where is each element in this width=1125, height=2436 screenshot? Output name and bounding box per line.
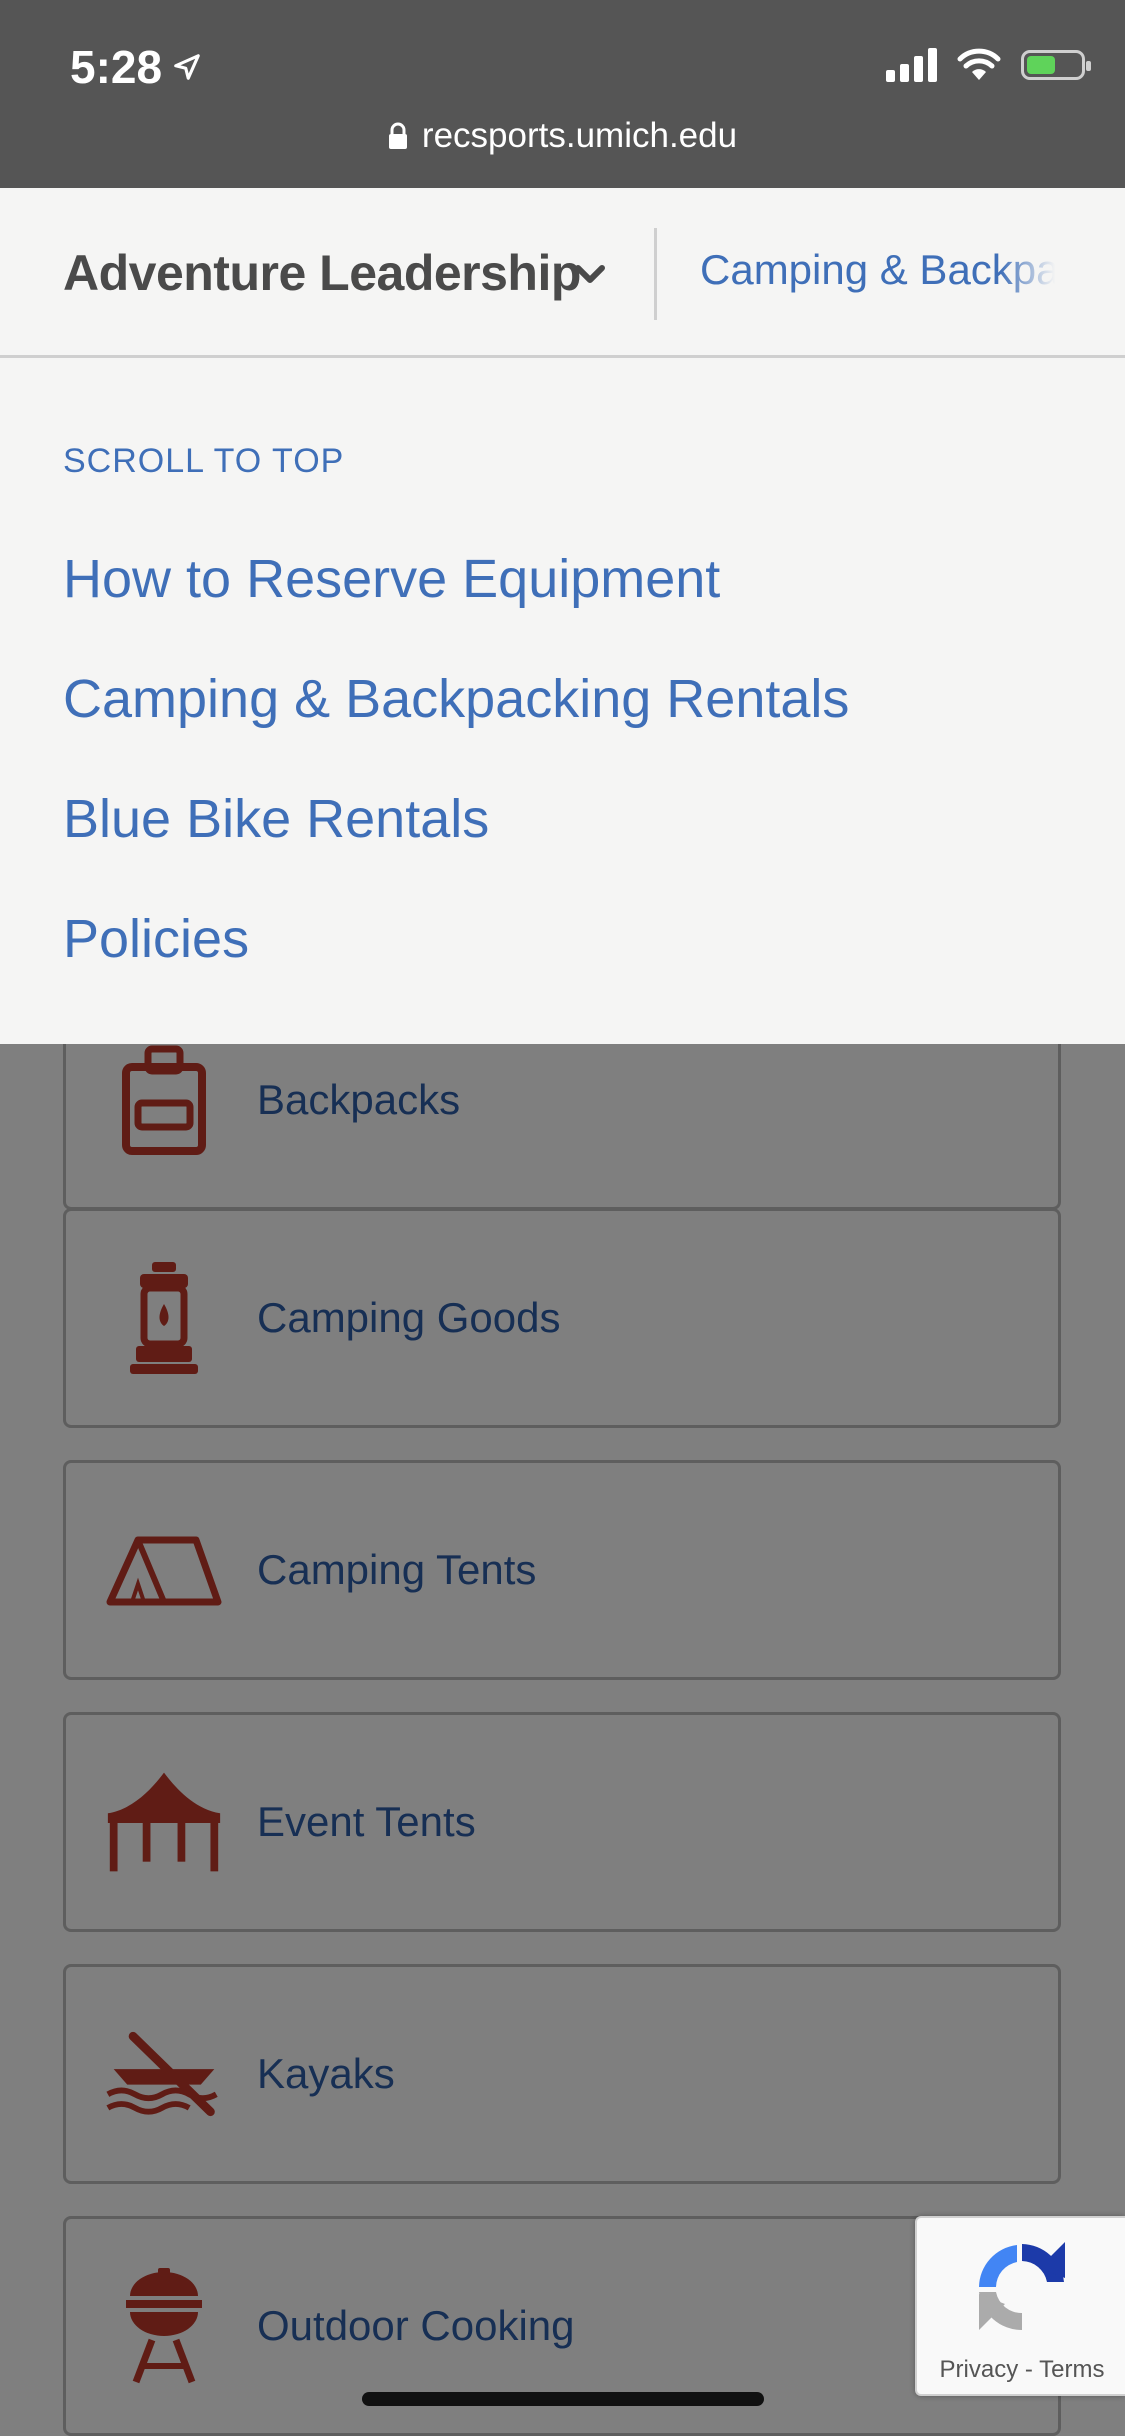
menu-item-camping-rentals[interactable]: Camping & Backpacking Rentals xyxy=(63,668,849,730)
lock-icon xyxy=(388,122,407,149)
section-dropdown-menu: SCROLL TO TOP How to Reserve Equipment C… xyxy=(0,358,1125,1044)
menu-item-how-to-reserve[interactable]: How to Reserve Equipment xyxy=(63,548,720,610)
address-bar[interactable]: recsports.umich.edu xyxy=(0,116,1125,156)
nav-divider xyxy=(654,228,657,320)
browser-status-bar: 5:28 recsports.umich.edu xyxy=(0,0,1125,188)
home-indicator[interactable] xyxy=(362,2392,764,2406)
status-time: 5:28 xyxy=(70,41,163,93)
recaptcha-separator: - xyxy=(1024,2356,1033,2383)
status-icons xyxy=(886,48,1091,82)
wifi-icon xyxy=(957,48,1001,80)
recaptcha-badge[interactable]: Privacy - Terms xyxy=(915,2216,1125,2396)
status-time-group: 5:28 xyxy=(70,40,202,94)
menu-item-policies[interactable]: Policies xyxy=(63,908,249,970)
recaptcha-terms-link[interactable]: Terms xyxy=(1039,2356,1104,2383)
nav-fade xyxy=(1000,222,1065,322)
section-nav-bar: Adventure Leadership Camping & Backpacki… xyxy=(0,188,1125,358)
location-arrow-icon xyxy=(174,54,200,80)
scroll-to-top-link[interactable]: SCROLL TO TOP xyxy=(63,442,344,481)
battery-icon xyxy=(1021,50,1091,80)
menu-item-blue-bike-rentals[interactable]: Blue Bike Rentals xyxy=(63,788,489,850)
section-nav-title[interactable]: Adventure Leadership xyxy=(63,244,581,302)
recaptcha-icon xyxy=(979,2242,1065,2331)
url-text: recsports.umich.edu xyxy=(421,116,738,155)
cellular-signal-icon xyxy=(886,48,937,82)
recaptcha-privacy-link[interactable]: Privacy xyxy=(940,2356,1019,2383)
chevron-down-icon[interactable] xyxy=(570,254,610,294)
recaptcha-links: Privacy - Terms xyxy=(917,2356,1125,2384)
